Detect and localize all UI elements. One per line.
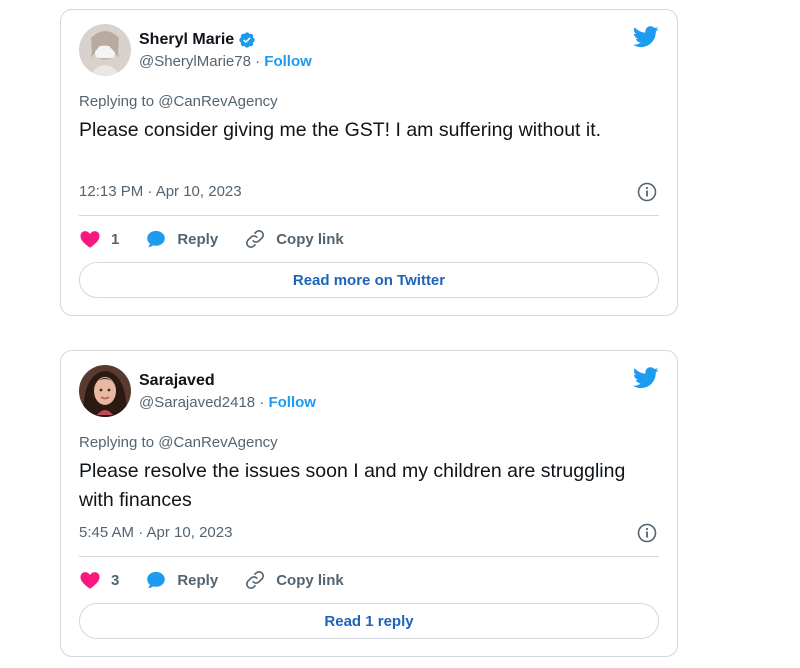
replying-to-label: Replying to: [79, 434, 155, 451]
author-handle-row: @SherylMarie78 · Follow: [139, 53, 312, 70]
follow-button[interactable]: Follow: [268, 394, 316, 411]
action-bar: 3 Reply Copy link: [79, 569, 370, 591]
follow-button[interactable]: Follow: [264, 53, 312, 70]
read-replies-button[interactable]: Read 1 reply: [79, 603, 659, 639]
info-icon[interactable]: [637, 523, 657, 543]
replying-to-handle[interactable]: @CanRevAgency: [158, 93, 277, 110]
replying-to: Replying to @CanRevAgency: [79, 434, 278, 451]
like-count: 3: [111, 571, 120, 589]
author-avatar[interactable]: [79, 365, 131, 417]
author-handle[interactable]: @SherylMarie78: [139, 53, 251, 70]
tweet-card: Sarajaved @Sarajaved2418 · Follow Replyi…: [60, 350, 678, 657]
tweet-text: Please resolve the issues soon I and my …: [79, 460, 626, 511]
tweet-card: Sheryl Marie @SherylMarie78 · Follow Rep…: [60, 9, 678, 316]
link-icon: [246, 571, 265, 589]
copy-link-label: Copy link: [276, 230, 344, 248]
divider: [79, 215, 659, 216]
divider: [79, 556, 659, 557]
twitter-bird-icon[interactable]: [633, 26, 659, 48]
copy-link-label: Copy link: [276, 571, 344, 589]
like-button[interactable]: 3: [79, 569, 119, 591]
reply-label: Reply: [177, 230, 219, 248]
replying-to-handle[interactable]: @CanRevAgency: [158, 434, 277, 451]
reply-button[interactable]: Reply: [145, 569, 218, 591]
reply-bubble-icon: [147, 571, 166, 589]
tweet-text: Please consider giving me the GST! I am …: [79, 119, 602, 141]
info-icon[interactable]: [637, 182, 657, 202]
author-avatar[interactable]: [79, 24, 131, 76]
reply-bubble-icon: [147, 230, 166, 248]
author-name[interactable]: Sarajaved: [139, 372, 215, 390]
author-name-text[interactable]: Sheryl Marie: [139, 31, 234, 49]
separator-dot: ·: [255, 53, 261, 70]
replying-to-label: Replying to: [79, 93, 155, 110]
link-icon: [246, 230, 265, 248]
copy-link-button[interactable]: Copy link: [244, 228, 344, 250]
twitter-bird-icon[interactable]: [633, 367, 659, 389]
author-name-text[interactable]: Sarajaved: [139, 372, 215, 390]
author-handle[interactable]: @Sarajaved2418: [139, 394, 255, 411]
copy-link-button[interactable]: Copy link: [244, 569, 344, 591]
reply-label: Reply: [177, 571, 219, 589]
heart-icon: [80, 572, 100, 589]
separator-dot: ·: [259, 394, 265, 411]
heart-icon: [80, 231, 100, 248]
tweet-timestamp[interactable]: 12:13 PM · Apr 10, 2023: [79, 183, 242, 200]
replying-to: Replying to @CanRevAgency: [79, 93, 278, 110]
like-count: 1: [111, 230, 120, 248]
verified-badge-icon: [239, 32, 255, 48]
reply-button[interactable]: Reply: [145, 228, 218, 250]
author-name[interactable]: Sheryl Marie: [139, 31, 256, 49]
read-more-button[interactable]: Read more on Twitter: [79, 262, 659, 298]
action-bar: 1 Reply Copy link: [79, 228, 370, 250]
like-button[interactable]: 1: [79, 228, 119, 250]
tweet-timestamp[interactable]: 5:45 AM · Apr 10, 2023: [79, 524, 232, 541]
author-handle-row: @Sarajaved2418 · Follow: [139, 394, 316, 411]
